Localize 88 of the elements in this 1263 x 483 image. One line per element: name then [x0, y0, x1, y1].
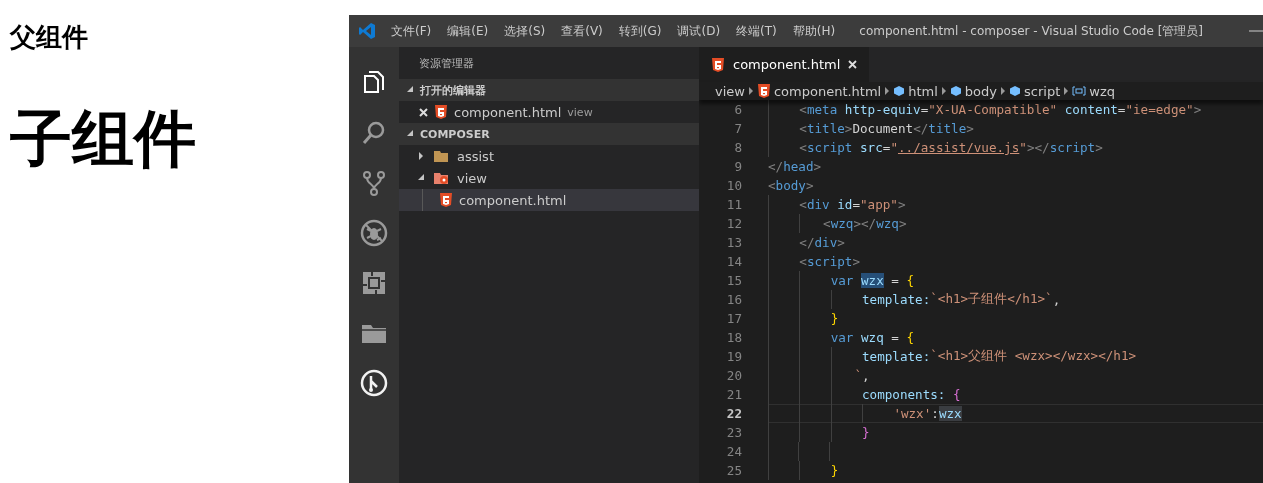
- heading: 父组件: [10, 21, 89, 54]
- tree-item[interactable]: view: [399, 167, 699, 189]
- panel-title: 资源管理器: [418, 55, 475, 72]
- window-title: component.html - composer - Visual Studio Code [管理员]: [858, 22, 1204, 40]
- line-number: 17: [725, 311, 742, 326]
- code-line: }: [768, 423, 1263, 442]
- line-number: 20: [725, 368, 742, 383]
- files-icon[interactable]: [361, 70, 387, 96]
- line-number: 24: [725, 444, 742, 459]
- line-number: 7: [733, 121, 742, 136]
- code-line: template:`<h1>父组件 <wzx></wzx></h1>: [768, 347, 1263, 366]
- line-number: 22: [725, 406, 742, 421]
- code-line: </div>: [768, 233, 1263, 252]
- branch-icon[interactable]: [360, 369, 388, 397]
- chevron-icon: [748, 87, 753, 95]
- code-line: template:`<h1>子组件</h1>`,: [768, 290, 1263, 309]
- line-number: 8: [733, 140, 742, 155]
- code-line: 'wzx':wzx: [768, 404, 1263, 423]
- breadcrumb-item[interactable]: body: [949, 83, 997, 99]
- cube-icon: [1009, 85, 1021, 97]
- line-number: 6: [733, 102, 742, 117]
- breadcrumb-item[interactable]: component.html: [756, 83, 882, 99]
- chevron-icon: [1001, 87, 1005, 95]
- tree-item[interactable]: assist: [399, 145, 699, 167]
- code-line: <wzq></wzq>: [768, 214, 1263, 233]
- menu-item[interactable]: 帮助(H): [784, 15, 844, 47]
- cube-icon: [893, 85, 906, 97]
- line-number: 25: [725, 463, 742, 478]
- breadcrumb-item[interactable]: wzq: [1072, 83, 1115, 99]
- code-line: <meta http-equiv="X-UA-Compatible" content="ie=edge">: [768, 100, 1263, 119]
- line-number: 10: [725, 178, 742, 193]
- close-icon[interactable]: [848, 60, 858, 69]
- line-number: 18: [725, 330, 742, 345]
- menu-item[interactable]: 转到(G): [610, 15, 670, 47]
- html-file-icon: [711, 57, 725, 72]
- menu-item[interactable]: 调试(D): [669, 15, 729, 47]
- section-header[interactable]: 打开的编辑器: [399, 79, 699, 101]
- line-number: 15: [725, 273, 742, 288]
- html-file-icon: [434, 105, 448, 119]
- source-control-icon[interactable]: [361, 169, 387, 197]
- code-line: <div id="app">: [768, 195, 1263, 214]
- search-icon[interactable]: [361, 120, 387, 146]
- tree-item[interactable]: component.html: [399, 189, 699, 211]
- code-line: `,: [768, 366, 1263, 385]
- folder-icon: [433, 171, 449, 185]
- line-number: 14: [725, 254, 742, 269]
- line-number: 13: [725, 235, 742, 250]
- code-line: <script src="../assist/vue.js"></script>: [768, 138, 1263, 157]
- no-bug-icon[interactable]: [360, 219, 388, 247]
- line-number: 19: [725, 349, 742, 364]
- extensions-icon[interactable]: [362, 271, 386, 295]
- chevron-icon: [941, 87, 946, 95]
- folder-icon: [433, 149, 449, 163]
- line-number: 21: [725, 387, 742, 402]
- code-line: components: {: [768, 385, 1263, 404]
- menu-item[interactable]: 查看(V): [553, 15, 611, 47]
- menu-item[interactable]: 选择(S): [496, 15, 554, 47]
- code-line: <body>: [768, 177, 815, 195]
- chevron-icon: [885, 87, 890, 95]
- line-number: 9: [733, 159, 742, 174]
- line-number: 11: [725, 197, 742, 212]
- cube-icon: [949, 85, 962, 97]
- breadcrumb-item[interactable]: html: [893, 83, 938, 99]
- code-line: <title>Document</title>: [768, 119, 1263, 138]
- variable-icon: [1072, 85, 1087, 97]
- vscode-logo-icon: [359, 23, 375, 39]
- html-file-icon: [439, 193, 453, 207]
- close-icon: [419, 107, 428, 117]
- html-file-icon: [756, 84, 771, 98]
- code-line: }: [768, 461, 1263, 480]
- menu-item[interactable]: 编辑(E): [439, 15, 497, 47]
- code-line: </head>: [768, 158, 823, 176]
- section-header[interactable]: COMPOSER: [399, 123, 699, 145]
- code-line: <script>: [768, 252, 1263, 271]
- editor-tab[interactable]: component.html: [699, 47, 870, 82]
- breadcrumb-item[interactable]: script: [1009, 83, 1061, 99]
- code-line: var wzx = {: [768, 271, 1263, 290]
- menu-item[interactable]: 终端(T): [728, 15, 785, 47]
- menu-item[interactable]: 文件(F): [383, 15, 440, 47]
- breadcrumb-item[interactable]: view: [715, 83, 745, 99]
- line-number: 16: [725, 292, 742, 307]
- heading: 子组件: [10, 102, 197, 176]
- code-line: var wzq = {: [768, 328, 1263, 347]
- code-line: }: [768, 309, 1263, 328]
- line-number: 12: [725, 216, 742, 231]
- chevron-icon: [1064, 87, 1069, 95]
- line-number: 23: [725, 425, 742, 440]
- tree-item[interactable]: component.html view: [399, 101, 699, 123]
